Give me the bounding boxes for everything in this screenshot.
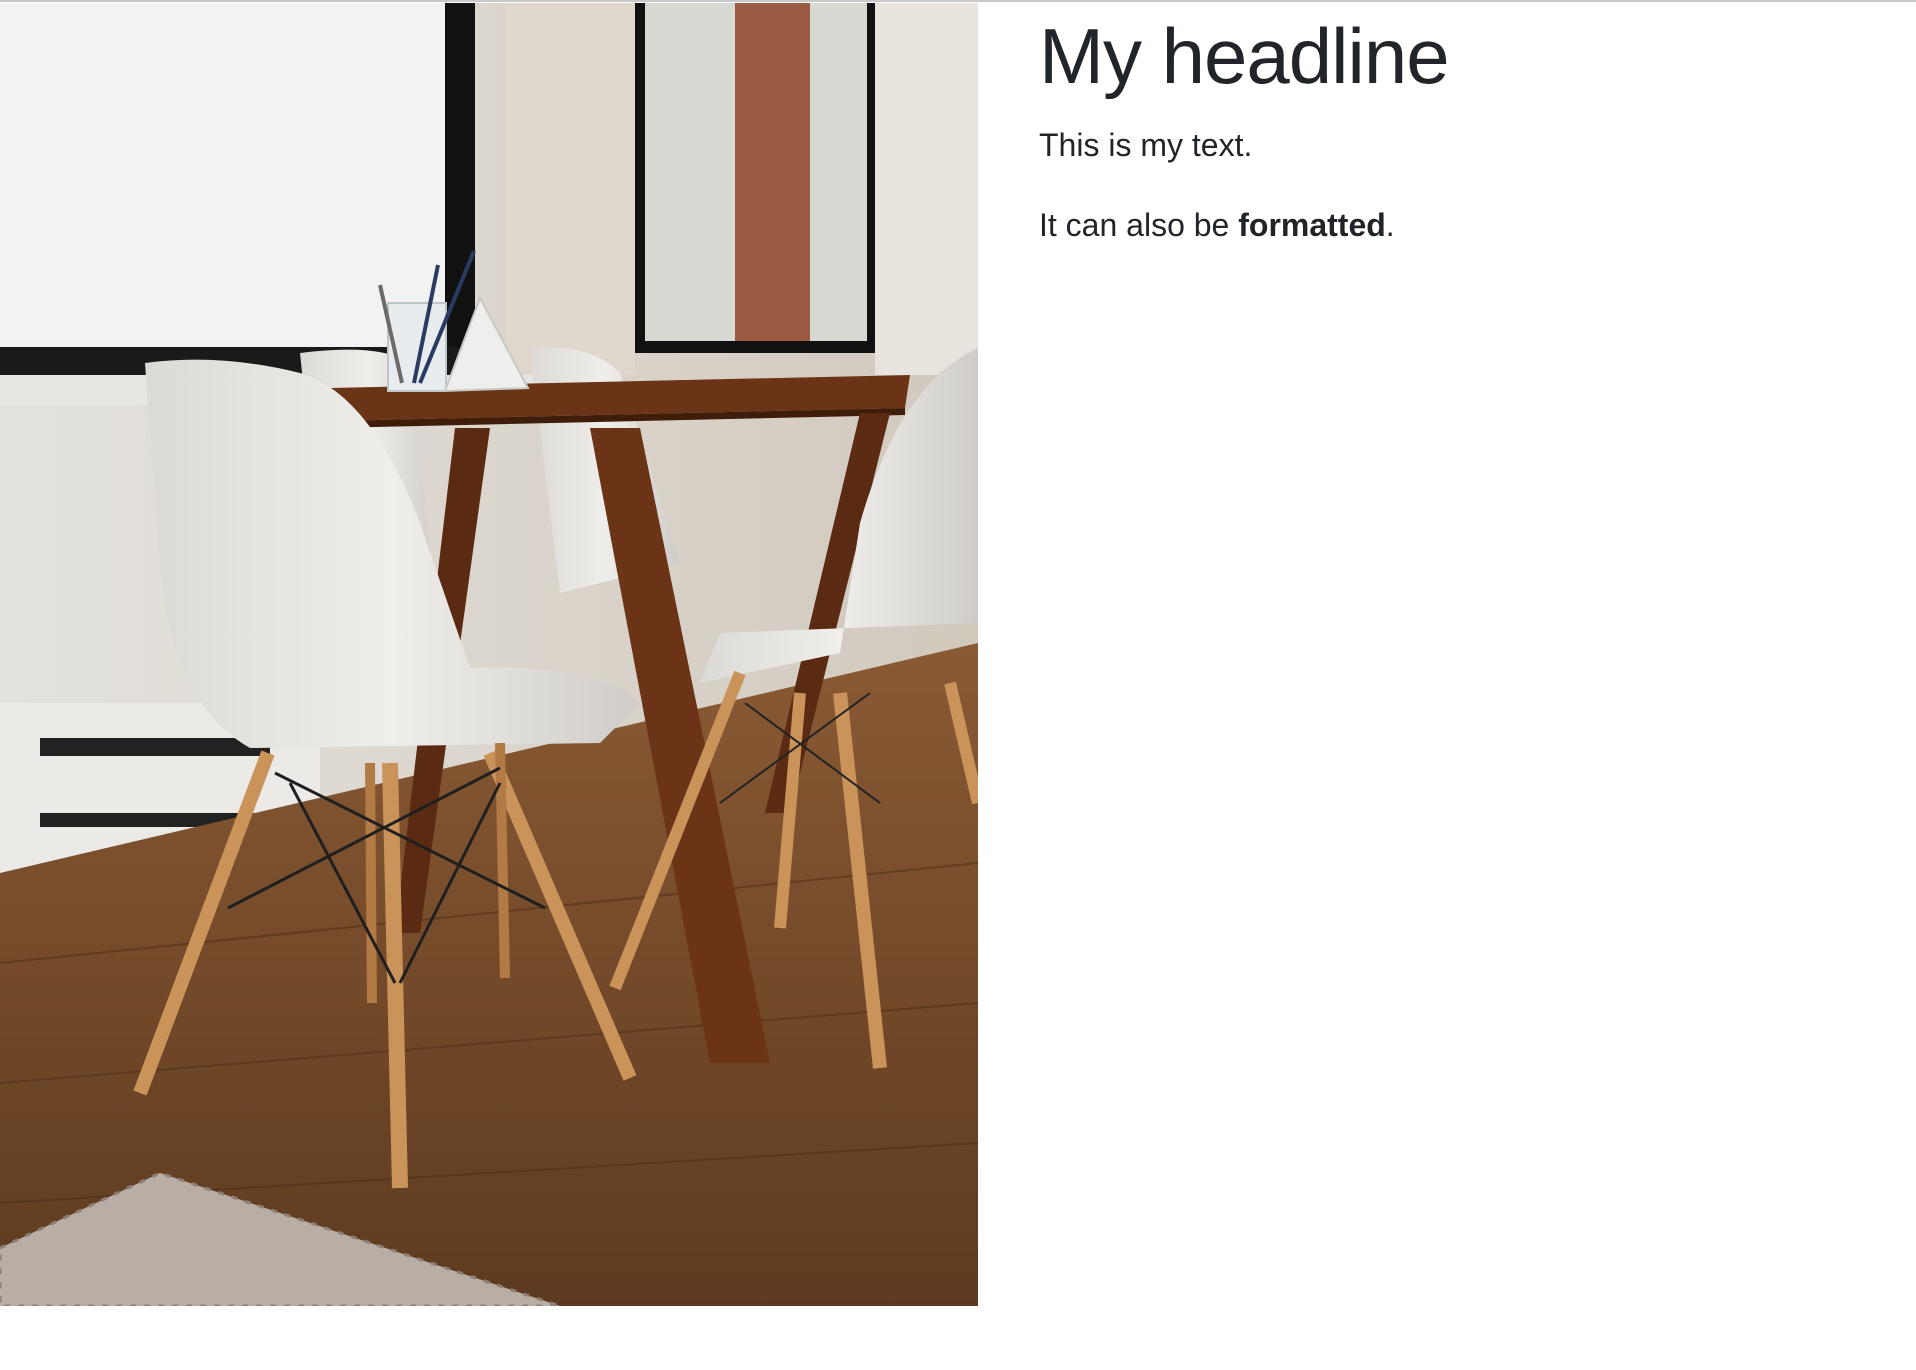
- formatted-text-suffix: .: [1385, 207, 1395, 243]
- top-rule: [0, 0, 1916, 2]
- headline: My headline: [1039, 12, 1450, 100]
- room-photo: [0, 3, 978, 1306]
- formatted-text-prefix: It can also be: [1039, 207, 1239, 243]
- media-object: My headline This is my text. It can also…: [0, 3, 1916, 1306]
- media-body: My headline This is my text. It can also…: [1039, 9, 1859, 245]
- formatted-text-bold: formatted: [1238, 207, 1386, 243]
- formatted-text: It can also be formatted.: [1039, 205, 1859, 245]
- body-text: This is my text.: [1039, 127, 1253, 163]
